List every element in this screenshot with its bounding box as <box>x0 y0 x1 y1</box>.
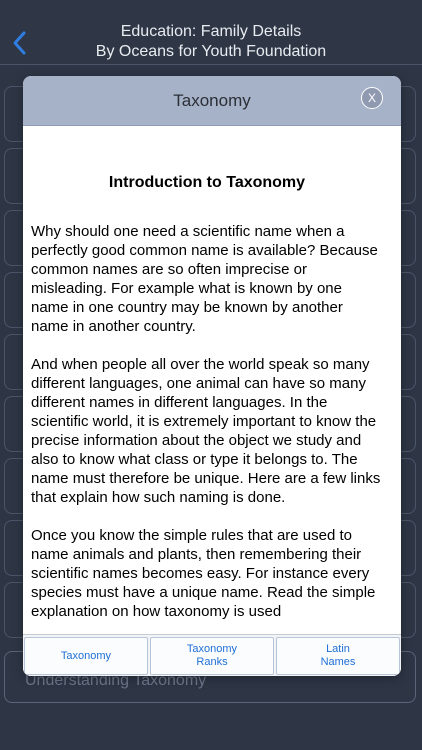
nav-title: Education: Family Details By Oceans for … <box>40 22 382 62</box>
tab-label: Taxonomy <box>60 649 112 662</box>
article-scroll-view[interactable]: Introduction to Taxonomy Why should one … <box>23 126 401 634</box>
tab-label: Taxonomy Ranks <box>186 643 238 668</box>
taxonomy-modal: Taxonomy X Introduction to Taxonomy Why … <box>23 76 401 676</box>
tab-label: Latin Names <box>320 643 356 668</box>
modal-header: Taxonomy X <box>23 76 401 126</box>
nav-title-line2: By Oceans for Youth Foundation <box>95 43 327 60</box>
article-paragraph: Why should one need a scientific name wh… <box>31 223 378 335</box>
modal-title: Taxonomy <box>173 91 251 110</box>
article-paragraph: And when people all over the world speak… <box>31 356 381 506</box>
close-button[interactable]: X <box>361 87 383 109</box>
modal-tab-bar: Taxonomy Taxonomy Ranks Latin Names <box>23 634 401 676</box>
navigation-bar: Education: Family Details By Oceans for … <box>0 0 422 65</box>
article-title: Introduction to Taxonomy <box>108 174 306 191</box>
tab-latin-names[interactable]: Latin Names <box>276 637 400 675</box>
tab-taxonomy-ranks[interactable]: Taxonomy Ranks <box>150 637 274 675</box>
back-chevron-icon[interactable] <box>10 30 32 56</box>
nav-title-line1: Education: Family Details <box>120 23 302 40</box>
close-icon: X <box>367 91 376 105</box>
article-paragraph: Once you know the simple rules that are … <box>31 527 376 620</box>
tab-taxonomy[interactable]: Taxonomy <box>24 637 148 675</box>
